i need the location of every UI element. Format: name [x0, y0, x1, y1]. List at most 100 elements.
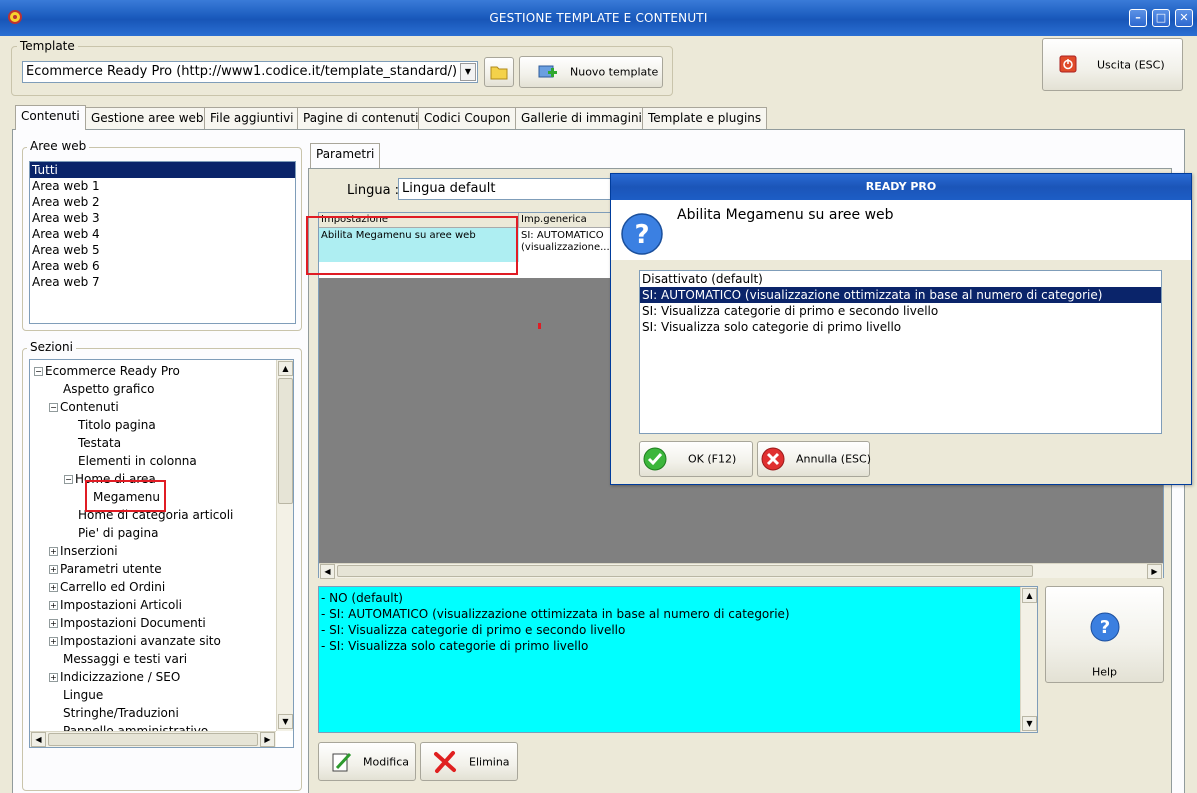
- dialog-option[interactable]: SI: AUTOMATICO (visualizzazione ottimizz…: [640, 287, 1161, 303]
- dialog-option[interactable]: Disattivato (default): [640, 271, 1161, 287]
- tree-item[interactable]: Elementi in colonna: [78, 453, 197, 469]
- option-description-line: - SI: AUTOMATICO (visualizzazione ottimi…: [321, 607, 790, 621]
- tree-item[interactable]: + Impostazioni Articoli: [49, 597, 182, 613]
- tree-item[interactable]: Pannello amministrativo: [63, 723, 208, 731]
- scroll-right-icon[interactable]: ▶: [260, 732, 275, 747]
- tab-template-e-plugins[interactable]: Template e plugins: [642, 107, 768, 129]
- scroll-up-icon[interactable]: ▲: [278, 361, 293, 376]
- tree-item[interactable]: + Carrello ed Ordini: [49, 579, 165, 595]
- dialog-options-list[interactable]: Disattivato (default) SI: AUTOMATICO (vis…: [639, 270, 1162, 434]
- tree-item-label: Carrello ed Ordini: [60, 580, 166, 594]
- help-button[interactable]: ? Help: [1045, 586, 1164, 683]
- tree-item[interactable]: Aspetto grafico: [63, 381, 154, 397]
- tree-item[interactable]: Titolo pagina: [78, 417, 156, 433]
- grid-cell-generica[interactable]: SI: AUTOMATICO (visualizzazione...: [519, 228, 611, 262]
- tree-item-label: Stringhe/Traduzioni: [63, 706, 179, 720]
- tree-item-label: Contenuti: [60, 400, 119, 414]
- tree-item[interactable]: + Parametri utente: [49, 561, 162, 577]
- open-folder-button[interactable]: [484, 57, 514, 87]
- list-item[interactable]: Tutti: [30, 162, 295, 178]
- tree-item[interactable]: + Impostazioni avanzate sito: [49, 633, 221, 649]
- dialog-header: ? Abilita Megamenu su aree web: [611, 200, 1191, 260]
- exit-button[interactable]: Uscita (ESC): [1042, 38, 1183, 91]
- column-header-generica[interactable]: Imp.generica: [519, 213, 611, 228]
- list-item[interactable]: Area web 1: [30, 178, 295, 194]
- expand-icon[interactable]: +: [49, 547, 58, 556]
- grid-scroll-left-icon[interactable]: ◀: [320, 564, 335, 579]
- tree-item[interactable]: Messaggi e testi vari: [63, 651, 187, 667]
- cancel-icon: [761, 447, 785, 471]
- close-button[interactable]: ✕: [1175, 9, 1193, 27]
- elimina-label: Elimina: [469, 755, 510, 768]
- collapse-icon[interactable]: −: [64, 475, 73, 484]
- tab-file-aggiuntivi[interactable]: File aggiuntivi: [204, 107, 300, 129]
- sezioni-tree[interactable]: − Ecommerce Ready Pro Aspetto grafico − Cont…: [29, 359, 294, 748]
- edit-icon: [332, 752, 352, 772]
- cancel-label: Annulla (ESC): [796, 452, 871, 466]
- tree-horizontal-scrollbar[interactable]: ◀ ▶: [30, 731, 276, 747]
- expand-icon[interactable]: +: [49, 565, 58, 574]
- list-item[interactable]: Area web 7: [30, 274, 295, 290]
- list-item[interactable]: Area web 2: [30, 194, 295, 210]
- scroll-left-icon[interactable]: ◀: [31, 732, 46, 747]
- ok-button[interactable]: OK (F12): [639, 441, 753, 477]
- tree-item[interactable]: − Contenuti: [49, 399, 119, 415]
- tab-contenuti[interactable]: Contenuti: [15, 105, 86, 130]
- grid-horizontal-scrollbar[interactable]: ◀ ▶: [319, 563, 1163, 579]
- options-scroll-down-icon[interactable]: ▼: [1022, 716, 1037, 731]
- tree-item-label: Impostazioni Articoli: [60, 598, 183, 612]
- scroll-thumb[interactable]: [278, 378, 293, 504]
- minimize-button[interactable]: –: [1129, 9, 1147, 27]
- new-template-label: Nuovo template: [570, 65, 659, 79]
- list-item[interactable]: Area web 5: [30, 242, 295, 258]
- tree-item[interactable]: − Ecommerce Ready Pro: [34, 363, 180, 379]
- tree-item[interactable]: Pie' di pagina: [78, 525, 158, 541]
- scroll-down-icon[interactable]: ▼: [278, 714, 293, 729]
- grid-h-thumb[interactable]: [337, 565, 1033, 577]
- aree-web-list[interactable]: Tutti Area web 1 Area web 2 Area web 3 Area …: [29, 161, 296, 324]
- tree-item[interactable]: + Impostazioni Documenti: [49, 615, 206, 631]
- tree-item-label: Parametri utente: [60, 562, 162, 576]
- grid-scroll-right-icon[interactable]: ▶: [1147, 564, 1162, 579]
- tab-gestione-aree-web[interactable]: Gestione aree web: [85, 107, 210, 129]
- tree-item-label: Testata: [78, 436, 122, 450]
- options-scroll-up-icon[interactable]: ▲: [1022, 588, 1037, 603]
- expand-icon[interactable]: +: [49, 673, 58, 682]
- tab-codici-coupon[interactable]: Codici Coupon: [418, 107, 517, 129]
- setting-highlight-box: [306, 216, 518, 275]
- modifica-button[interactable]: Modifica: [318, 742, 416, 781]
- template-select[interactable]: Ecommerce Ready Pro (http://www1.codice.…: [22, 61, 478, 83]
- tree-vertical-scrollbar[interactable]: ▲ ▼: [276, 360, 293, 731]
- expand-icon[interactable]: +: [49, 583, 58, 592]
- chevron-down-icon[interactable]: ▼: [460, 63, 476, 81]
- expand-icon[interactable]: +: [49, 637, 58, 646]
- tree-item[interactable]: Lingue: [63, 687, 103, 703]
- maximize-button[interactable]: □: [1152, 9, 1170, 27]
- tree-item[interactable]: Testata: [78, 435, 121, 451]
- collapse-icon[interactable]: −: [34, 367, 43, 376]
- tree-item[interactable]: + Inserzioni: [49, 543, 118, 559]
- power-icon: [1059, 55, 1077, 73]
- lingua-select[interactable]: Lingua default: [398, 178, 612, 200]
- dialog-option[interactable]: SI: Visualizza categorie di primo e seco…: [640, 303, 1161, 319]
- list-item[interactable]: Area web 3: [30, 210, 295, 226]
- tree-item[interactable]: Stringhe/Traduzioni: [63, 705, 179, 721]
- tab-parametri[interactable]: Parametri: [310, 143, 381, 168]
- h-scroll-thumb[interactable]: [48, 733, 258, 746]
- cancel-button[interactable]: Annulla (ESC): [757, 441, 871, 477]
- tree-item[interactable]: + Indicizzazione / SEO: [49, 669, 180, 685]
- list-item[interactable]: Area web 4: [30, 226, 295, 242]
- tree-item-label: Lingue: [63, 688, 104, 702]
- tab-pagine-di-contenuti[interactable]: Pagine di contenuti: [297, 107, 425, 129]
- expand-icon[interactable]: +: [49, 601, 58, 610]
- folder-icon: [490, 66, 508, 80]
- tab-gallerie-di-immagini[interactable]: Gallerie di immagini: [515, 107, 648, 129]
- list-item[interactable]: Area web 6: [30, 258, 295, 274]
- new-template-button[interactable]: Nuovo template: [519, 56, 663, 88]
- elimina-button[interactable]: Elimina: [420, 742, 518, 781]
- expand-icon[interactable]: +: [49, 619, 58, 628]
- check-icon: [643, 447, 667, 471]
- options-scrollbar[interactable]: ▲ ▼: [1020, 587, 1037, 732]
- collapse-icon[interactable]: −: [49, 403, 58, 412]
- dialog-option[interactable]: SI: Visualizza solo categorie di primo l…: [640, 319, 1161, 335]
